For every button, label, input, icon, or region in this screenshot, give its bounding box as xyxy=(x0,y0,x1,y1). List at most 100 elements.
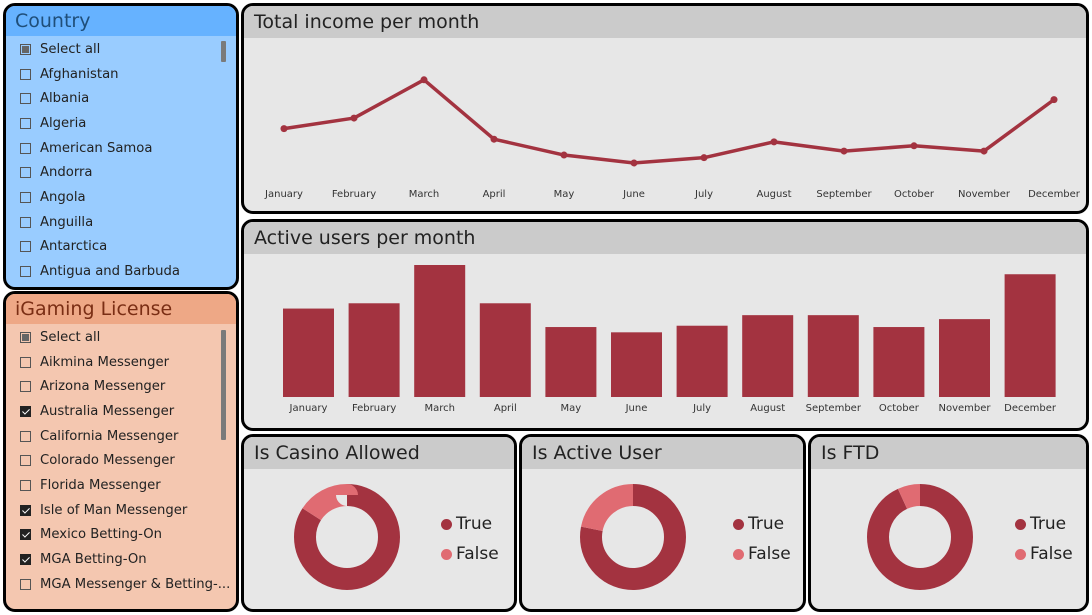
income-point-january[interactable] xyxy=(280,125,288,133)
license-item-label: Florida Messenger xyxy=(40,477,161,493)
checkbox-unchecked[interactable] xyxy=(20,381,31,393)
license-item-isle-of-man-messenger[interactable]: Isle of Man Messenger xyxy=(6,498,236,523)
checkbox-unchecked[interactable] xyxy=(20,167,31,179)
income-x-tick-label: November xyxy=(958,189,1011,200)
checkbox-unchecked[interactable] xyxy=(20,356,31,368)
license-item-label: California Messenger xyxy=(40,428,179,444)
country-slicer-title: Country xyxy=(6,6,236,36)
checkbox-checked[interactable] xyxy=(20,504,31,516)
checkbox-unchecked[interactable] xyxy=(20,266,31,278)
country-item-antigua-and-barbuda[interactable]: Antigua and Barbuda xyxy=(6,259,236,284)
income-x-tick-label: May xyxy=(554,189,575,200)
income-point-june[interactable] xyxy=(630,159,638,167)
users-bar-june[interactable] xyxy=(611,332,662,397)
legend-label: True xyxy=(456,514,493,534)
checkbox-unchecked[interactable] xyxy=(20,142,31,154)
legend-item-false[interactable]: False xyxy=(733,539,791,569)
checkbox-unchecked[interactable] xyxy=(20,216,31,228)
legend-item-true[interactable]: True xyxy=(441,509,499,539)
license-item-mexico-betting-on[interactable]: Mexico Betting-On xyxy=(6,523,236,548)
license-item-australia-messenger[interactable]: Australia Messenger xyxy=(6,399,236,424)
license-item-mga-betting-on[interactable]: MGA Betting-On xyxy=(6,547,236,572)
users-chart-card: Active users per month January February Ma… xyxy=(241,219,1089,431)
country-list[interactable]: Select all Afghanistan Albania Algeria Ameri… xyxy=(6,36,236,284)
income-point-july[interactable] xyxy=(700,154,708,162)
checkbox-checked[interactable] xyxy=(20,529,31,541)
users-x-tick-label: March xyxy=(424,403,454,414)
checkbox-unchecked[interactable] xyxy=(20,430,31,442)
license-item-aikmina-messenger[interactable]: Aikmina Messenger xyxy=(6,350,236,375)
checkbox-checked[interactable] xyxy=(20,554,31,566)
country-item-antarctica[interactable]: Antarctica xyxy=(6,235,236,260)
users-bar-february[interactable] xyxy=(348,303,400,397)
income-point-september[interactable] xyxy=(840,147,848,155)
users-bar-september[interactable] xyxy=(807,315,859,397)
legend-dot-icon xyxy=(441,518,452,530)
country-item-select-all[interactable]: Select all xyxy=(6,37,236,62)
license-scrollbar[interactable] xyxy=(221,330,226,440)
income-point-november[interactable] xyxy=(980,147,988,155)
legend-item-true[interactable]: True xyxy=(733,509,791,539)
country-item-label: Afghanistan xyxy=(40,66,119,82)
income-point-march[interactable] xyxy=(420,76,428,84)
income-point-february[interactable] xyxy=(350,114,358,122)
country-item-algeria[interactable]: Algeria xyxy=(6,111,236,136)
country-scrollbar[interactable] xyxy=(221,41,226,62)
license-item-select-all[interactable]: Select all xyxy=(6,325,236,350)
license-item-label: MGA Betting-On xyxy=(40,552,147,568)
users-x-tick-label: November xyxy=(938,403,991,414)
income-point-august[interactable] xyxy=(770,138,778,146)
checkbox-unchecked[interactable] xyxy=(20,455,31,467)
users-bar-chart: January February March April May June July Augu… xyxy=(283,265,1057,414)
license-item-mga-messenger-betting[interactable]: MGA Messenger & Betting-... xyxy=(6,572,236,597)
checkbox-unchecked[interactable] xyxy=(20,191,31,203)
country-item-anguilla[interactable]: Anguilla xyxy=(6,210,236,235)
users-bar-november[interactable] xyxy=(939,319,990,397)
checkbox-unchecked[interactable] xyxy=(20,479,31,491)
checkbox-unchecked[interactable] xyxy=(20,117,31,129)
country-item-andorra[interactable]: Andorra xyxy=(6,160,236,185)
country-item-label: Anguilla xyxy=(40,214,94,230)
legend-item-false[interactable]: False xyxy=(1015,539,1073,569)
income-x-tick-label: December xyxy=(1028,189,1081,200)
income-point-april[interactable] xyxy=(490,135,498,143)
country-item-label: Albania xyxy=(40,91,90,107)
income-point-december[interactable] xyxy=(1050,96,1058,104)
users-bar-august[interactable] xyxy=(742,315,794,397)
checkbox-unchecked[interactable] xyxy=(20,578,31,590)
users-bar-january[interactable] xyxy=(283,308,334,397)
checkbox-unchecked[interactable] xyxy=(20,68,31,80)
legend-label: False xyxy=(1030,544,1073,564)
users-bar-july[interactable] xyxy=(676,325,728,397)
country-item-afghanistan[interactable]: Afghanistan xyxy=(6,62,236,87)
income-chart-title: Total income per month xyxy=(244,6,1086,38)
checkbox-checked[interactable] xyxy=(20,405,31,417)
license-slicer: iGaming License Select all Aikmina Messen… xyxy=(3,291,239,612)
license-list[interactable]: Select all Aikmina Messenger Arizona Messe… xyxy=(6,324,236,597)
users-bar-march[interactable] xyxy=(414,265,466,397)
license-item-florida-messenger[interactable]: Florida Messenger xyxy=(6,473,236,498)
checkbox-partial[interactable] xyxy=(20,43,31,55)
users-bar-may[interactable] xyxy=(545,327,597,397)
country-item-american-samoa[interactable]: American Samoa xyxy=(6,136,236,161)
legend-item-true[interactable]: True xyxy=(1015,509,1073,539)
income-point-october[interactable] xyxy=(910,142,918,150)
checkbox-unchecked[interactable] xyxy=(20,93,31,105)
income-x-tick-label: September xyxy=(816,189,872,200)
country-item-angola[interactable]: Angola xyxy=(6,185,236,210)
users-bar-april[interactable] xyxy=(479,303,531,397)
country-item-albania[interactable]: Albania xyxy=(6,86,236,111)
ftd-card: Is FTD True False xyxy=(808,434,1089,612)
income-point-may[interactable] xyxy=(560,151,568,159)
license-item-california-messenger[interactable]: California Messenger xyxy=(6,424,236,449)
users-x-tick-label: October xyxy=(879,403,920,414)
users-bar-december[interactable] xyxy=(1004,274,1056,397)
donut-slice-true[interactable] xyxy=(867,484,973,590)
checkbox-unchecked[interactable] xyxy=(20,241,31,253)
license-item-colorado-messenger[interactable]: Colorado Messenger xyxy=(6,448,236,473)
users-bar-october[interactable] xyxy=(873,327,925,397)
legend-item-false[interactable]: False xyxy=(441,539,499,569)
checkbox-partial[interactable] xyxy=(20,331,31,343)
license-item-arizona-messenger[interactable]: Arizona Messenger xyxy=(6,374,236,399)
country-item-label: Andorra xyxy=(40,165,93,181)
